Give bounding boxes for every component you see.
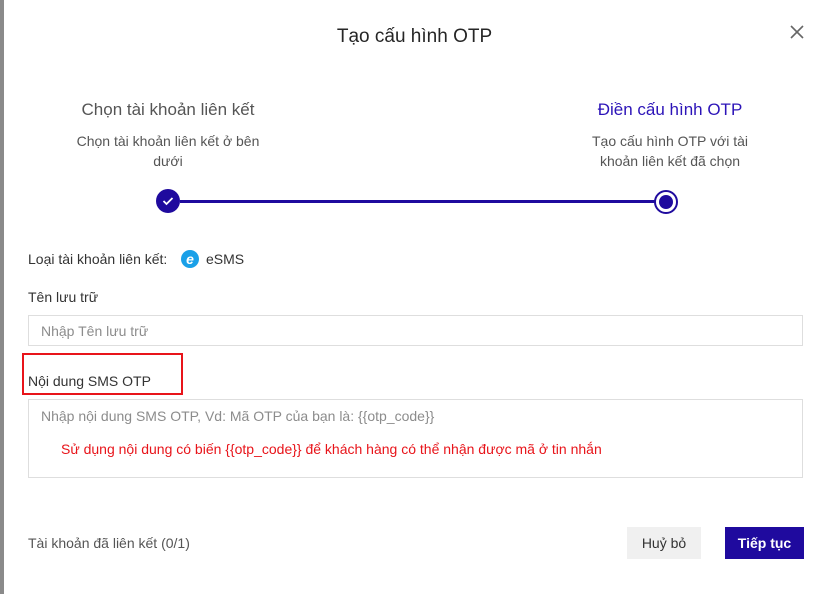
cancel-button[interactable]: Huỷ bỏ <box>627 527 701 559</box>
sms-content-textarea[interactable]: Nhập nội dung SMS OTP, Vd: Mã OTP của bạ… <box>28 399 803 478</box>
stepper-progress-line <box>180 200 666 203</box>
step-title: Chọn tài khoản liên kết <box>81 100 255 119</box>
account-type-value: eSMS <box>206 251 245 267</box>
close-icon[interactable] <box>787 22 807 42</box>
esms-logo-icon: e <box>181 250 199 268</box>
step-title: Điền cấu hình OTP <box>597 100 743 119</box>
step-current-dot <box>654 190 678 214</box>
storage-name-label: Tên lưu trữ <box>28 289 99 305</box>
account-type-label: Loại tài khoản liên kết: <box>28 251 168 267</box>
otp-config-dialog: Tạo cấu hình OTP Chọn tài khoản liên kết… <box>4 0 825 594</box>
sms-content-placeholder: Nhập nội dung SMS OTP, Vd: Mã OTP của bạ… <box>41 408 435 424</box>
linked-accounts-count: Tài khoản đã liên kết (0/1) <box>28 535 190 551</box>
dialog-title: Tạo cấu hình OTP <box>336 26 493 47</box>
step-description: Tạo cấu hình OTP với tài khoản liên kết … <box>592 133 748 169</box>
step-description: Chọn tài khoản liên kết ở bên dưới <box>76 133 260 169</box>
storage-name-input[interactable] <box>28 315 803 346</box>
sms-content-label: Nội dung SMS OTP <box>28 373 151 389</box>
step-done-check-icon <box>156 189 180 213</box>
next-button[interactable]: Tiếp tục <box>725 527 804 559</box>
sms-content-hint: Sử dụng nội dung có biến {{otp_code}} để… <box>61 441 602 457</box>
